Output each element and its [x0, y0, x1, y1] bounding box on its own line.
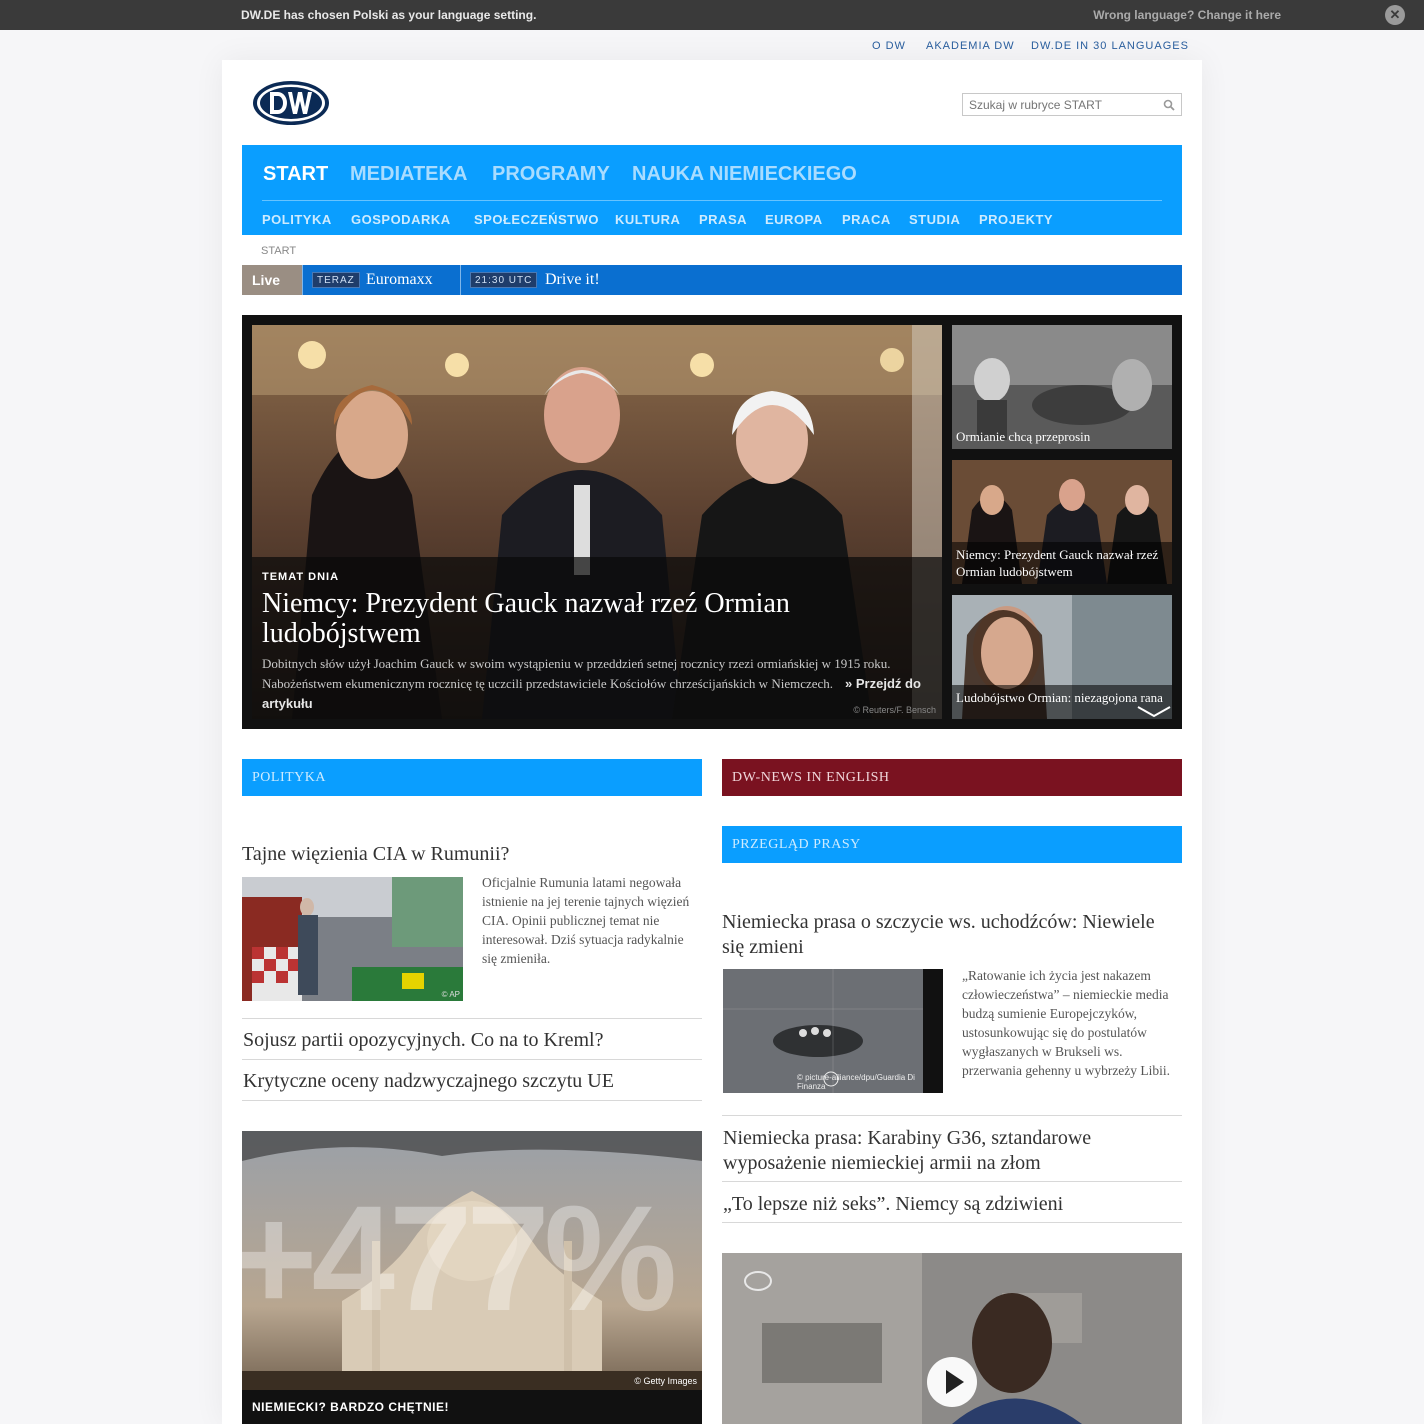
press-link-1[interactable]: Niemiecka prasa: Karabiny G36, sztandaro…: [723, 1126, 1173, 1176]
divider: [722, 1115, 1182, 1116]
promo-learn-german[interactable]: +477% © Getty Images NIEMIECKI? BARDZO C…: [242, 1131, 702, 1424]
next-show[interactable]: Drive it!: [545, 271, 600, 289]
nav-divider: [262, 200, 1162, 201]
live-label[interactable]: Live: [242, 265, 302, 295]
subnav-gospodarka[interactable]: GOSPODARKA: [351, 212, 451, 227]
subnav-spoleczenstwo[interactable]: SPOŁECZEŃSTWO: [474, 212, 599, 227]
change-language-link[interactable]: Wrong language? Change it here: [1093, 8, 1281, 22]
thumb-caption-1: Ormianie chcą przeprosin: [956, 429, 1091, 444]
play-icon[interactable]: [926, 1356, 978, 1408]
chevron-down-icon[interactable]: [1136, 705, 1172, 719]
now-show[interactable]: Euromaxx: [366, 271, 433, 289]
divider: [722, 1181, 1182, 1182]
hero-kicker: TEMAT DNIA: [262, 571, 340, 583]
now-tag: TERAZ: [312, 272, 360, 288]
promo-big-number: +477%: [242, 1174, 677, 1342]
main-navigation: START MEDIATEKA PROGRAMY NAUKA NIEMIECKI…: [242, 145, 1182, 235]
press-lead-title[interactable]: Niemiecka prasa o szczycie ws. uchodźców…: [722, 910, 1162, 960]
slider-thumb-1[interactable]: Ormianie chcą przeprosin: [952, 325, 1172, 449]
search-input[interactable]: [963, 94, 1153, 115]
hero-teaser-text: Dobitnych słów użył Joachim Gauck w swoi…: [262, 656, 891, 691]
next-tag: 21:30 UTC: [470, 272, 538, 288]
subnav-europa[interactable]: EUROPA: [765, 212, 823, 227]
nav-mediateka[interactable]: MEDIATEKA: [350, 163, 467, 186]
press-lead-credit: © picture-alliance/dpu/Guardia Di Finanz…: [797, 1073, 915, 1091]
slider-thumb-2[interactable]: Niemcy: Prezydent Gauck nazwał rzeź Ormi…: [952, 460, 1172, 584]
slider-thumb-3[interactable]: Ludobójstwo Ormian: niezagojona rana: [952, 595, 1172, 719]
divider: [722, 1222, 1182, 1223]
breadcrumb[interactable]: START: [261, 245, 296, 257]
article-link-2[interactable]: Krytyczne oceny nadzwyczajnego szczytu U…: [243, 1069, 703, 1094]
subnav-praca[interactable]: PRACA: [842, 212, 891, 227]
press-lead-teaser: „Ratowanie ich życia jest nakazem człowi…: [962, 968, 1171, 1078]
service-link-languages[interactable]: DW.DE IN 30 LANGUAGES: [1031, 40, 1189, 52]
search-icon[interactable]: [1163, 99, 1175, 111]
article-link-1[interactable]: Sojusz partii opozycyjnych. Co na to Kre…: [243, 1028, 703, 1053]
press-lead-image[interactable]: © picture-alliance/dpu/Guardia Di Finanz…: [723, 969, 943, 1093]
lead-article-credit: © AP: [441, 990, 460, 999]
lead-article-teaser: Oficjalnie Rumunia latami negowała istni…: [482, 875, 690, 966]
hero-teaser: Dobitnych słów użył Joachim Gauck w swoi…: [262, 654, 932, 714]
divider: [242, 1100, 702, 1101]
section-header-przeglad-prasy[interactable]: PRZEGLĄD PRASY: [722, 826, 1182, 863]
nav-programy[interactable]: PROGRAMY: [492, 163, 610, 186]
press-link-2[interactable]: „To lepsze niż seks”. Niemcy są zdziwien…: [723, 1192, 1183, 1217]
subnav-studia[interactable]: STUDIA: [909, 212, 960, 227]
subnav-kultura[interactable]: KULTURA: [615, 212, 680, 227]
hero-credit: © Reuters/F. Bensch: [853, 705, 936, 715]
section-header-dw-news[interactable]: DW-NEWS IN ENGLISH: [722, 759, 1182, 796]
dw-logo-icon[interactable]: [252, 80, 330, 126]
live-program-bar: Live TERAZ Euromaxx 21:30 UTC Drive it!: [242, 265, 1182, 295]
thumb-caption-2: Niemcy: Prezydent Gauck nazwał rzeź Ormi…: [952, 542, 1172, 584]
hero-title[interactable]: Niemcy: Prezydent Gauck nazwał rzeź Ormi…: [262, 589, 922, 649]
promo-caption[interactable]: NIEMIECKI? BARDZO CHĘTNIE!: [242, 1390, 702, 1424]
hero-slider: TEMAT DNIA Niemcy: Prezydent Gauck nazwa…: [242, 315, 1182, 729]
nav-start[interactable]: START: [263, 163, 328, 186]
subnav-projekty[interactable]: PROJEKTY: [979, 212, 1053, 227]
lead-article-photo: [242, 877, 463, 1001]
divider: [242, 1059, 702, 1060]
search-box[interactable]: [962, 93, 1182, 116]
language-notice-text: DW.DE has chosen Polski as your language…: [241, 8, 537, 22]
section-header-polityka[interactable]: POLITYKA: [242, 759, 702, 796]
divider: [242, 1018, 702, 1019]
hero-caption: TEMAT DNIA Niemcy: Prezydent Gauck nazwa…: [252, 557, 942, 719]
subnav-prasa[interactable]: PRASA: [699, 212, 747, 227]
subnav-polityka[interactable]: POLITYKA: [262, 212, 332, 227]
lead-article-title[interactable]: Tajne więzienia CIA w Rumunii?: [242, 842, 702, 867]
service-link-academy[interactable]: AKADEMIA DW: [926, 40, 1015, 52]
lead-article-image[interactable]: © AP: [242, 877, 463, 1001]
service-link-about[interactable]: O DW: [872, 40, 906, 52]
language-notice-bar: DW.DE has chosen Polski as your language…: [0, 0, 1424, 30]
live-separator: [302, 265, 303, 295]
close-icon[interactable]: ✕: [1385, 5, 1405, 25]
video-teaser[interactable]: [722, 1253, 1182, 1424]
promo-credit: © Getty Images: [634, 1376, 697, 1386]
nav-nauka-niemieckiego[interactable]: NAUKA NIEMIECKIEGO: [632, 163, 857, 186]
live-separator: [460, 265, 461, 295]
